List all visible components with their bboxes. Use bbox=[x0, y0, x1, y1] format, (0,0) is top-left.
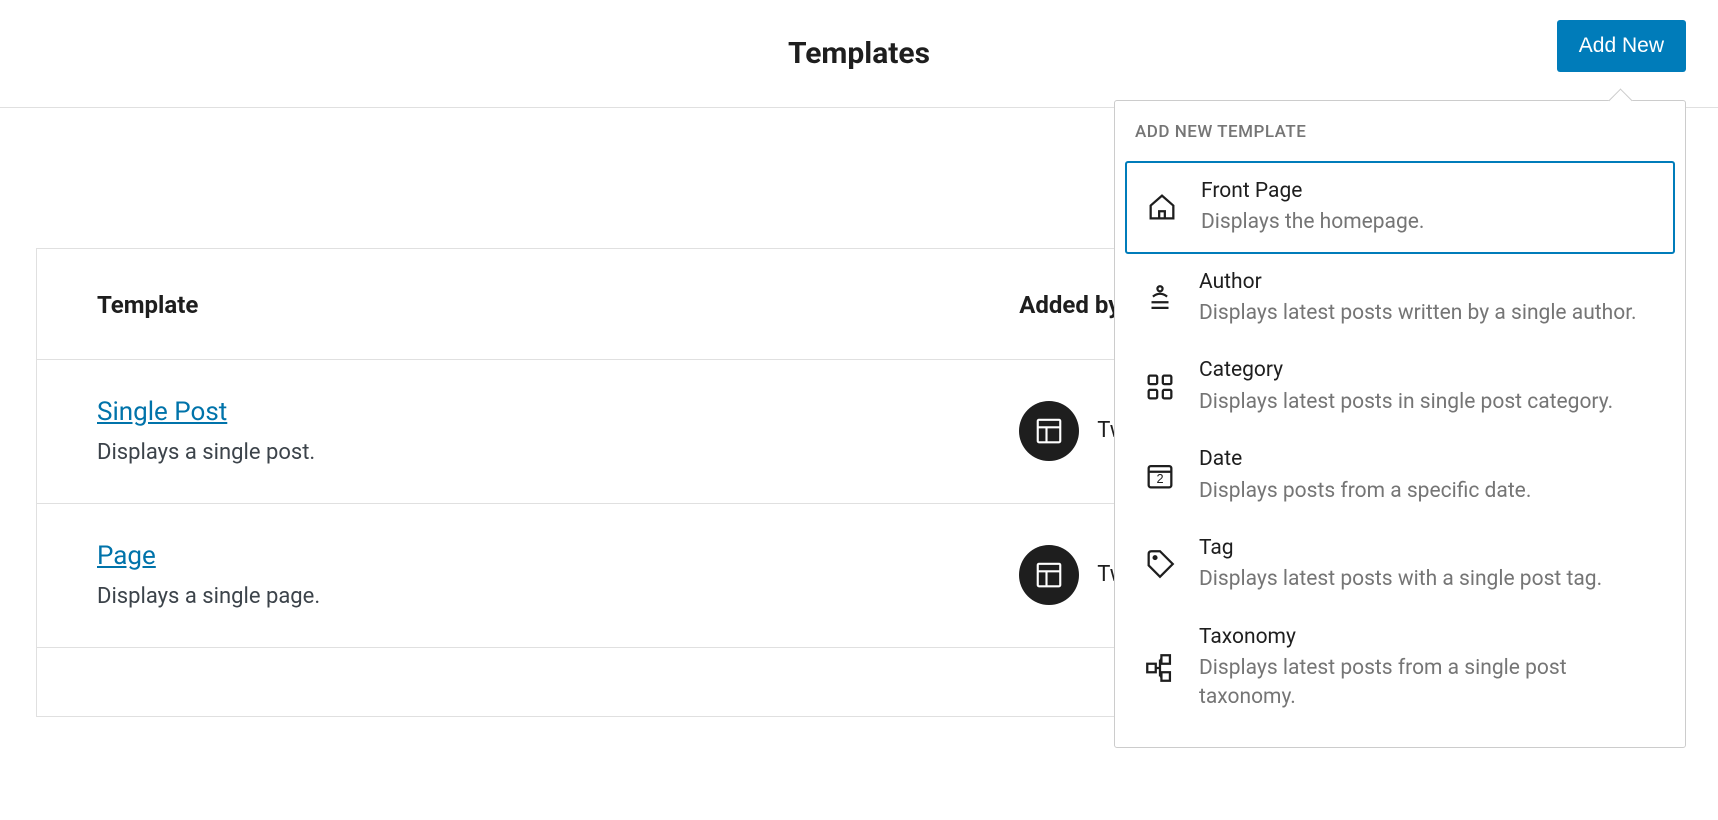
option-desc: Displays the homepage. bbox=[1201, 208, 1655, 237]
header: Templates Add New bbox=[0, 0, 1718, 108]
option-title: Author bbox=[1199, 268, 1657, 297]
tag-icon bbox=[1143, 547, 1177, 581]
template-option-front-page[interactable]: Front Page Displays the homepage. bbox=[1125, 161, 1675, 254]
author-icon bbox=[1143, 281, 1177, 315]
template-link-page[interactable]: Page bbox=[97, 538, 899, 574]
popover-heading: ADD NEW TEMPLATE bbox=[1115, 121, 1685, 161]
option-title: Date bbox=[1199, 445, 1657, 474]
taxonomy-icon bbox=[1143, 651, 1177, 685]
col-header-template: Template bbox=[37, 249, 960, 360]
template-link-single-post[interactable]: Single Post bbox=[97, 394, 899, 430]
template-option-tag[interactable]: Tag Displays latest posts with a single … bbox=[1125, 520, 1675, 609]
page-title: Templates bbox=[788, 33, 930, 75]
option-desc: Displays latest posts in single post cat… bbox=[1199, 388, 1657, 417]
option-title: Taxonomy bbox=[1199, 623, 1657, 652]
option-desc: Displays posts from a specific date. bbox=[1199, 477, 1657, 506]
theme-avatar-icon bbox=[1019, 545, 1079, 605]
template-option-category[interactable]: Category Displays latest posts in single… bbox=[1125, 342, 1675, 431]
option-title: Category bbox=[1199, 356, 1657, 385]
option-title: Tag bbox=[1199, 534, 1657, 563]
add-new-button[interactable]: Add New bbox=[1557, 20, 1686, 72]
calendar-icon: 2 bbox=[1143, 459, 1177, 493]
template-option-author[interactable]: Author Displays latest posts written by … bbox=[1125, 254, 1675, 343]
option-desc: Displays latest posts written by a singl… bbox=[1199, 299, 1657, 328]
svg-text:2: 2 bbox=[1156, 471, 1163, 486]
template-option-taxonomy[interactable]: Taxonomy Displays latest posts from a si… bbox=[1125, 609, 1675, 727]
template-option-date[interactable]: 2 Date Displays posts from a specific da… bbox=[1125, 431, 1675, 520]
home-icon bbox=[1145, 190, 1179, 224]
template-desc: Displays a single post. bbox=[97, 438, 899, 469]
option-desc: Displays latest posts with a single post… bbox=[1199, 565, 1657, 594]
option-desc: Displays latest posts from a single post… bbox=[1199, 654, 1657, 713]
add-new-popover: ADD NEW TEMPLATE Front Page Displays the… bbox=[1114, 100, 1686, 748]
template-desc: Displays a single page. bbox=[97, 582, 899, 613]
theme-avatar-icon bbox=[1019, 401, 1079, 461]
option-title: Front Page bbox=[1201, 177, 1655, 206]
category-icon bbox=[1143, 370, 1177, 404]
